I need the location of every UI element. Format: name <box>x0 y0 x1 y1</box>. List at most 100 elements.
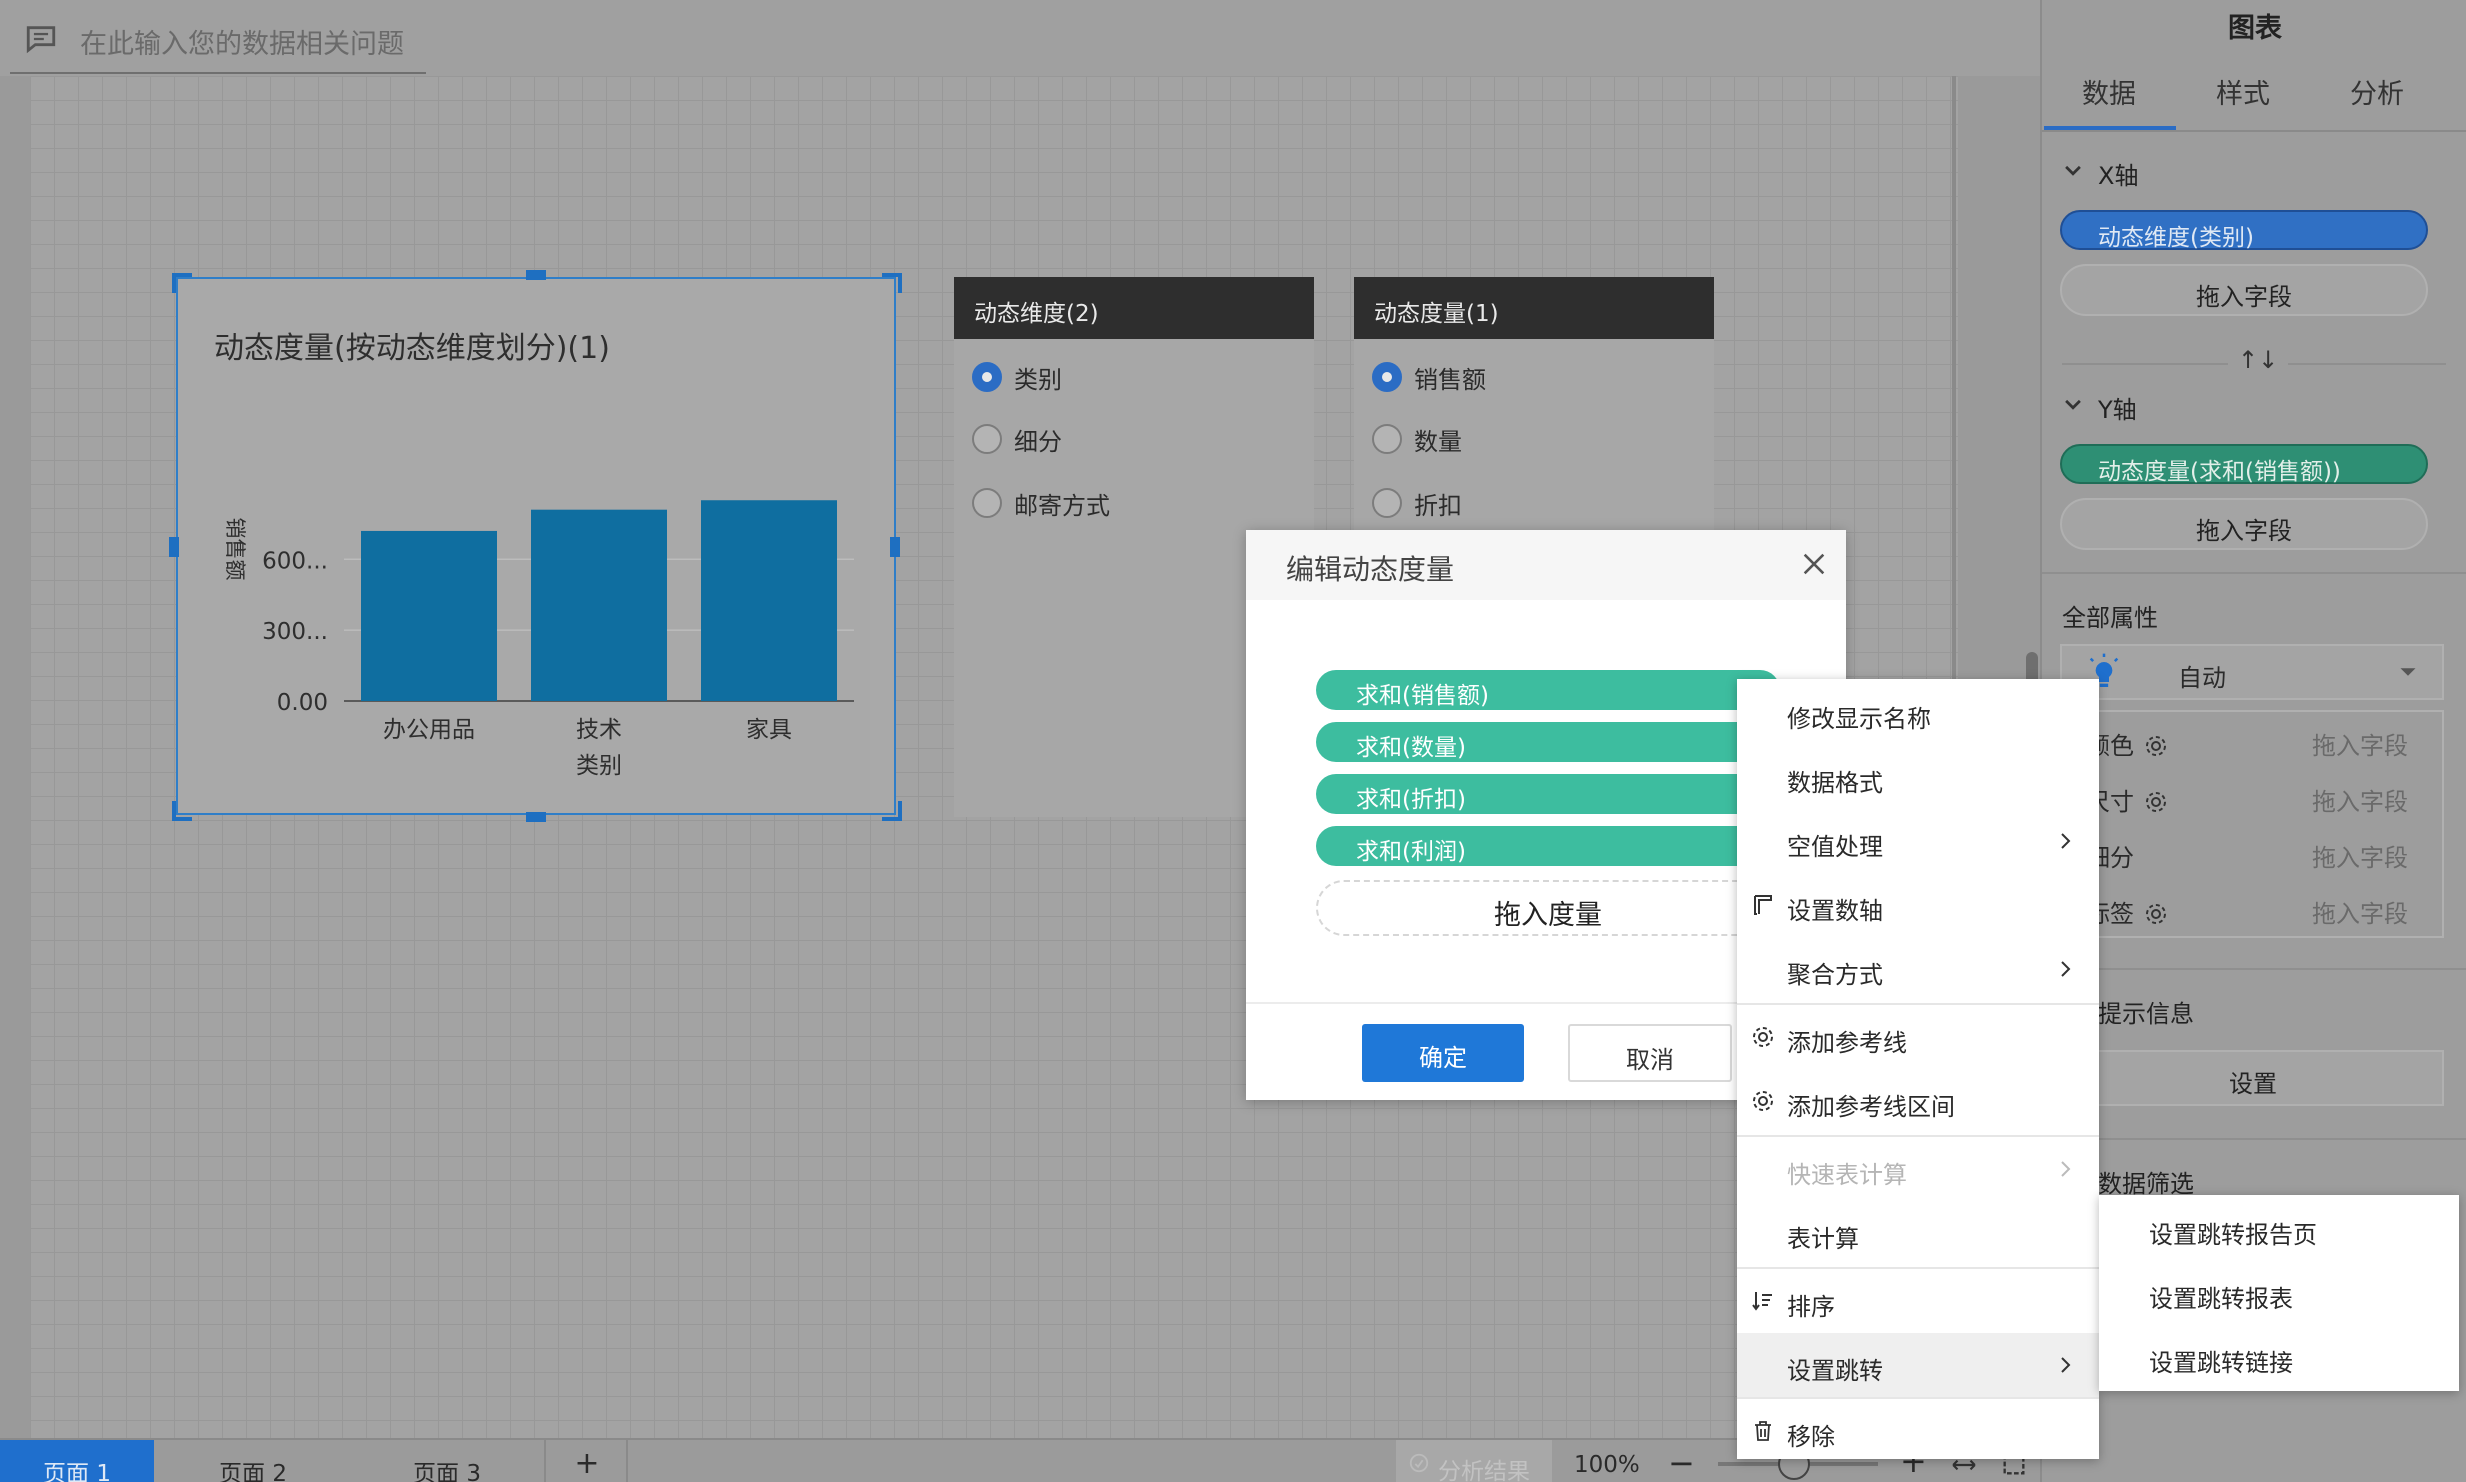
y-axis-field-pill[interactable]: 动态度量(求和(销售额)) <box>2060 444 2428 485</box>
measure-option-discount[interactable]: 折扣 <box>1372 483 1462 523</box>
gear-icon[interactable] <box>2144 902 2168 926</box>
menu-item-aggregation[interactable]: 聚合方式 <box>1737 937 2099 1001</box>
swap-axes-icon[interactable]: ↑↓ <box>2228 346 2289 374</box>
dropdown-triangle-icon <box>2400 668 2416 676</box>
submenu-jump-report-page[interactable]: 设置跳转报告页 <box>2099 1197 2459 1261</box>
gear-icon[interactable] <box>2144 734 2168 758</box>
panel-title: 图表 <box>2228 13 2282 44</box>
x-axis-title: 类别 <box>576 753 622 779</box>
measure-pill-quantity[interactable]: 求和(数量) <box>1316 722 1780 762</box>
option-label: 销售额 <box>1414 365 1486 394</box>
submenu-label: 设置跳转报表 <box>2149 1285 2293 1313</box>
menu-label: 聚合方式 <box>1787 961 1883 989</box>
prop-detail-drop[interactable]: 拖入字段 <box>2312 838 2408 873</box>
resize-handle-bottom[interactable] <box>526 812 546 822</box>
measure-pill-profit[interactable]: 求和(利润) <box>1316 826 1780 866</box>
mark-type-value: 自动 <box>2178 664 2226 692</box>
ask-question-input[interactable]: 在此输入您的数据相关问题 <box>10 10 426 74</box>
page-tab-2[interactable]: 页面 2 <box>160 1440 346 1482</box>
cancel-button[interactable]: 取消 <box>1568 1024 1732 1082</box>
measure-option-sales[interactable]: 销售额 <box>1372 357 1486 397</box>
dimension-option-ship-mode[interactable]: 邮寄方式 <box>972 483 1110 523</box>
submenu-jump-link[interactable]: 设置跳转链接 <box>2099 1325 2459 1389</box>
menu-label: 移除 <box>1787 1423 1835 1451</box>
y-tick-label: 300... <box>262 619 328 645</box>
chevron-down-icon[interactable] <box>2062 394 2084 416</box>
tab-data[interactable]: 数据 <box>2082 72 2136 111</box>
page-tab-3[interactable]: 页面 3 <box>354 1440 540 1482</box>
menu-label: 空值处理 <box>1787 833 1883 861</box>
tab-style[interactable]: 样式 <box>2216 72 2270 111</box>
menu-label: 表计算 <box>1787 1225 1859 1253</box>
axis-icon <box>1754 895 1772 915</box>
trash-icon <box>1755 1421 1771 1441</box>
menu-item-add-reference-line[interactable]: 添加参考线 <box>1737 1005 2099 1069</box>
resize-handle-bl[interactable] <box>172 801 192 821</box>
prop-color-drop[interactable]: 拖入字段 <box>2312 726 2408 761</box>
bar <box>531 509 667 701</box>
bar-chart: 0.00 300... 600... 办公用品 技术 家具类别 销售额 <box>223 500 854 779</box>
chevron-down-icon[interactable] <box>2062 160 2084 182</box>
ask-placeholder: 在此输入您的数据相关问题 <box>80 29 404 60</box>
menu-item-add-reference-band[interactable]: 添加参考线区间 <box>1737 1069 2099 1133</box>
tab-analysis[interactable]: 分析 <box>2350 72 2404 111</box>
menu-item-null-handling[interactable]: 空值处理 <box>1737 809 2099 873</box>
close-icon[interactable] <box>1800 550 1828 578</box>
menu-label: 添加参考线 <box>1787 1029 1907 1057</box>
section-divider <box>2042 1138 2466 1140</box>
prop-size-drop[interactable]: 拖入字段 <box>2312 782 2408 817</box>
measure-pill-sales[interactable]: 求和(销售额) <box>1316 670 1780 710</box>
zoom-out-button[interactable]: − <box>1668 1444 1695 1482</box>
tooltip-settings-button[interactable]: 设置 <box>2062 1050 2444 1106</box>
menu-label: 排序 <box>1787 1293 1835 1321</box>
resize-handle-left[interactable] <box>169 537 179 557</box>
option-label: 折扣 <box>1414 491 1462 520</box>
data-filter-label: 数据筛选 <box>2098 1170 2194 1198</box>
menu-item-set-jump[interactable]: 设置跳转 <box>1737 1333 2099 1397</box>
tooltip-label: 提示信息 <box>2098 1000 2194 1028</box>
confirm-button[interactable]: 确定 <box>1362 1024 1524 1082</box>
measure-card-title: 动态度量(1) <box>1354 277 1714 339</box>
menu-item-rename[interactable]: 修改显示名称 <box>1737 681 2099 745</box>
y-axis-drop-field[interactable]: 拖入字段 <box>2060 498 2428 550</box>
submenu-jump-report[interactable]: 设置跳转报表 <box>2099 1261 2459 1325</box>
measure-option-quantity[interactable]: 数量 <box>1372 419 1462 459</box>
resize-handle-right[interactable] <box>890 537 900 557</box>
menu-label: 快速表计算 <box>1787 1161 1907 1189</box>
prop-label-drop[interactable]: 拖入字段 <box>2312 894 2408 929</box>
gear-icon[interactable] <box>2144 790 2168 814</box>
bar-chart-widget[interactable]: 动态度量(按动态维度划分)(1) 0.00 300... 600... 办公用品 技术家… <box>176 277 896 815</box>
option-label: 类别 <box>1014 365 1062 394</box>
x-tick-label: 技术 <box>576 717 622 743</box>
submenu-label: 设置跳转链接 <box>2149 1349 2293 1377</box>
x-axis-drop-field[interactable]: 拖入字段 <box>2060 264 2428 316</box>
analysis-results-button[interactable]: 分析结果 <box>1396 1440 1552 1482</box>
dimension-option-category[interactable]: 类别 <box>972 357 1062 397</box>
add-page-button[interactable]: + <box>550 1440 624 1482</box>
resize-handle-br[interactable] <box>882 801 902 821</box>
resize-handle-tl[interactable] <box>172 273 192 293</box>
menu-item-remove[interactable]: 移除 <box>1737 1399 2099 1463</box>
menu-item-set-axis[interactable]: 设置数轴 <box>1737 873 2099 937</box>
mark-type-select[interactable]: 自动 <box>2060 644 2444 700</box>
chevron-right-icon <box>2061 1357 2071 1373</box>
drop-measure-field[interactable]: 拖入度量 <box>1316 880 1780 936</box>
tab-divider <box>2042 130 2466 132</box>
x-axis-field-pill[interactable]: 动态维度(类别) <box>2060 210 2428 251</box>
dialog-title: 编辑动态度量 <box>1286 553 1455 586</box>
tab-divider <box>544 1440 546 1482</box>
resize-handle-top[interactable] <box>526 270 546 280</box>
page-tab-1[interactable]: 页面 1 <box>0 1440 154 1482</box>
radio-icon <box>1372 488 1402 518</box>
menu-item-table-calc[interactable]: 表计算 <box>1737 1201 2099 1265</box>
menu-item-sort[interactable]: 排序 <box>1737 1269 2099 1333</box>
menu-item-quick-table-calc: 快速表计算 <box>1737 1137 2099 1201</box>
chevron-right-icon <box>2061 961 2071 977</box>
dimension-option-segment[interactable]: 细分 <box>972 419 1062 459</box>
menu-item-data-format[interactable]: 数据格式 <box>1737 745 2099 809</box>
chevron-right-icon <box>2061 833 2071 849</box>
bar <box>361 530 497 701</box>
menu-label: 数据格式 <box>1787 769 1883 797</box>
measure-pill-discount[interactable]: 求和(折扣) <box>1316 774 1780 814</box>
resize-handle-tr[interactable] <box>882 273 902 293</box>
